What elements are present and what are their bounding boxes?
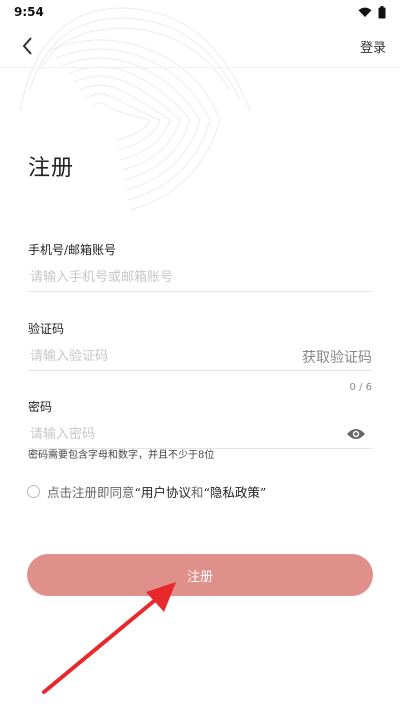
code-label: 验证码 [28,322,65,336]
account-field: 手机号/邮箱账号 [28,241,372,292]
back-chevron-left-icon[interactable] [16,34,40,58]
code-field: 验证码 获取验证码 0 / 6 [28,320,372,393]
agreement-checkbox[interactable] [27,485,40,498]
password-field: 密码 [28,398,372,449]
password-input[interactable] [28,427,328,442]
get-code-button[interactable]: 获取验证码 [302,347,372,367]
code-counter: 0 / 6 [349,382,372,393]
top-bar: 登录 [0,24,400,68]
password-hint: 密码需要包含字母和数字，并且不少于8位 [28,450,215,461]
agreement-row: 点击注册即同意“用户协议和“隐私政策” [27,482,266,501]
login-link[interactable]: 登录 [360,37,386,56]
account-label: 手机号/邮箱账号 [28,243,117,257]
code-input[interactable] [28,349,268,364]
quote-close: ” [259,485,267,500]
register-button[interactable]: 注册 [27,554,373,596]
battery-icon [378,5,386,18]
status-bar: 9:54 [0,0,400,24]
account-input[interactable] [28,270,372,285]
agreement-prefix: 点击注册即同意 [47,485,135,500]
password-label: 密码 [28,400,53,414]
eye-icon[interactable] [346,426,366,442]
page-title: 注册 [28,156,75,181]
user-agreement-link[interactable]: 用户协议 [141,485,191,500]
wifi-icon [358,7,372,17]
privacy-policy-link[interactable]: 隐私政策 [210,485,260,500]
status-time: 9:54 [14,5,44,19]
agreement-conj: 和 [190,485,204,500]
